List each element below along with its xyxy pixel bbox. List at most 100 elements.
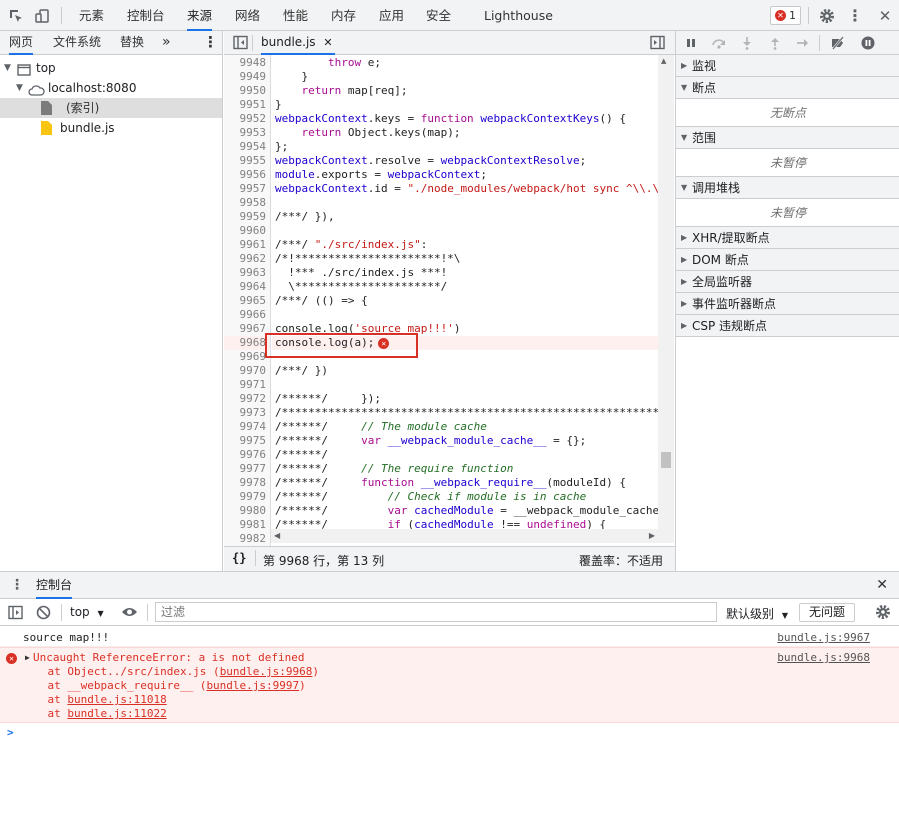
line-number[interactable]: 9951 bbox=[240, 98, 267, 112]
line-number[interactable]: 9975 bbox=[240, 434, 267, 448]
line-number[interactable]: 9949 bbox=[240, 70, 267, 84]
code-line[interactable]: /******/ // The module cache bbox=[275, 420, 487, 434]
scrollbar-thumb[interactable] bbox=[661, 452, 671, 468]
error-source-link[interactable]: bundle.js:9968 bbox=[777, 651, 870, 665]
code-line[interactable]: /***/ "./src/index.js": bbox=[275, 238, 427, 252]
live-expression-eye-icon[interactable] bbox=[121, 605, 138, 622]
device-toolbar-icon[interactable] bbox=[30, 0, 54, 31]
stack-frame-link[interactable]: bundle.js:11022 bbox=[67, 707, 166, 720]
line-number[interactable]: 9980 bbox=[240, 504, 267, 518]
line-number[interactable]: 9968 bbox=[240, 336, 267, 350]
step-out-icon[interactable] bbox=[765, 33, 785, 53]
issues-button[interactable]: 无问题 bbox=[799, 603, 855, 622]
line-number[interactable]: 9982 bbox=[240, 532, 267, 546]
code-line[interactable]: }; bbox=[275, 140, 288, 154]
line-number[interactable]: 9971 bbox=[240, 378, 267, 392]
line-number[interactable]: 9960 bbox=[240, 224, 267, 238]
tab-overrides[interactable]: 替换 bbox=[120, 31, 144, 55]
line-number[interactable]: 9952 bbox=[240, 112, 267, 126]
tab-lighthouse[interactable]: Lighthouse bbox=[484, 0, 553, 31]
code-line[interactable]: /******/ }); bbox=[275, 392, 381, 406]
pane-header-0[interactable]: ▶ 监视 bbox=[676, 55, 899, 77]
stack-frame-link[interactable]: bundle.js:11018 bbox=[67, 693, 166, 706]
inspect-element-icon[interactable] bbox=[4, 0, 28, 31]
error-code-line[interactable]: console.log(a); ✕ bbox=[275, 336, 390, 350]
code-line[interactable]: /***/ (() => { bbox=[275, 294, 368, 308]
pane-header-3[interactable]: ▼ 调用堆栈 bbox=[676, 177, 899, 199]
tab-sources[interactable]: 来源 bbox=[187, 0, 213, 31]
code-line[interactable]: /******/ bbox=[275, 448, 361, 462]
code-line[interactable]: !*** ./src/index.js ***! bbox=[275, 266, 447, 280]
settings-gear-icon[interactable] bbox=[815, 0, 839, 31]
toggle-navigator-icon[interactable] bbox=[233, 35, 248, 53]
tab-performance[interactable]: 性能 bbox=[283, 0, 308, 31]
log-level-selector[interactable]: 默认级别 ▼ bbox=[726, 605, 788, 622]
close-devtools-icon[interactable]: ✕ bbox=[873, 0, 897, 31]
line-number[interactable]: 9965 bbox=[240, 294, 267, 308]
code-line[interactable]: /***/ }), bbox=[275, 210, 335, 224]
pane-header-2[interactable]: ▼ 范围 bbox=[676, 127, 899, 149]
line-number[interactable]: 9957 bbox=[240, 182, 267, 196]
coverage-status[interactable]: 覆盖率：不适用 bbox=[579, 552, 663, 569]
line-number[interactable]: 9977 bbox=[240, 462, 267, 476]
line-number[interactable]: 9948 bbox=[240, 56, 267, 70]
code-line[interactable]: \**********************/ bbox=[275, 280, 447, 294]
line-number[interactable]: 9973 bbox=[240, 406, 267, 420]
step-into-icon[interactable] bbox=[737, 33, 757, 53]
scroll-right-arrow-icon[interactable]: ▶ bbox=[649, 531, 655, 540]
code-line[interactable]: } bbox=[275, 98, 282, 112]
expand-arrow-icon[interactable]: ▼ bbox=[4, 58, 11, 78]
line-number[interactable]: 9954 bbox=[240, 140, 267, 154]
line-number[interactable]: 9953 bbox=[240, 126, 267, 140]
error-count-badge[interactable]: ✕ 1 bbox=[770, 6, 801, 25]
line-number[interactable]: 9958 bbox=[240, 196, 267, 210]
line-number[interactable]: 9966 bbox=[240, 308, 267, 322]
code-line[interactable]: /******/ var __webpack_module_cache__ = … bbox=[275, 434, 586, 448]
pane-header-6[interactable]: ▶ 全局监听器 bbox=[676, 271, 899, 293]
line-number[interactable]: 9962 bbox=[240, 252, 267, 266]
code-line[interactable]: webpackContext.id = "./node_modules/webp… bbox=[275, 182, 658, 196]
code-line[interactable]: /***/ }) bbox=[275, 364, 328, 378]
stack-frame-link[interactable]: bundle.js:9997 bbox=[206, 679, 299, 692]
editor-horizontal-scrollbar[interactable]: ◀ ▶ bbox=[271, 529, 658, 543]
code-line[interactable]: console.log('source map!!!') bbox=[275, 322, 460, 336]
code-line[interactable]: module.exports = webpackContext; bbox=[275, 168, 487, 182]
pretty-print-button[interactable]: {} bbox=[232, 551, 246, 565]
console-filter-input[interactable] bbox=[155, 602, 717, 622]
expand-stack-arrow-icon[interactable]: ▶ bbox=[25, 651, 30, 665]
pane-header-5[interactable]: ▶ DOM 断点 bbox=[676, 249, 899, 271]
step-icon[interactable] bbox=[793, 33, 813, 53]
tab-application[interactable]: 应用 bbox=[379, 0, 404, 31]
pane-header-1[interactable]: ▼ 断点 bbox=[676, 77, 899, 99]
line-number[interactable]: 9955 bbox=[240, 154, 267, 168]
code-line[interactable]: /*!**********************!*\ bbox=[275, 252, 460, 266]
pause-on-exceptions-icon[interactable] bbox=[858, 33, 878, 53]
clear-console-icon[interactable] bbox=[36, 605, 51, 623]
tab-security[interactable]: 安全 bbox=[426, 0, 451, 31]
inline-error-icon[interactable]: ✕ bbox=[378, 337, 390, 349]
code-line[interactable]: return map[req]; bbox=[275, 84, 408, 98]
code-area[interactable]: throw e; } return map[req];} webpackConte… bbox=[272, 55, 658, 574]
pane-header-8[interactable]: ▶ CSP 违规断点 bbox=[676, 315, 899, 337]
navigator-menu-icon[interactable]: ⋮ bbox=[203, 31, 218, 55]
line-number[interactable]: 9978 bbox=[240, 476, 267, 490]
tab-filesystem[interactable]: 文件系统 bbox=[53, 31, 101, 55]
step-over-icon[interactable] bbox=[709, 33, 729, 53]
line-number[interactable]: 9964 bbox=[240, 280, 267, 294]
tab-elements[interactable]: 元素 bbox=[79, 0, 104, 31]
more-tabs-icon[interactable]: » bbox=[162, 31, 171, 55]
tree-item-index[interactable]: (索引) bbox=[0, 98, 222, 118]
line-number[interactable]: 9972 bbox=[240, 392, 267, 406]
line-number[interactable]: 9979 bbox=[240, 490, 267, 504]
log-source-link[interactable]: bundle.js:9967 bbox=[777, 631, 870, 645]
show-sidebar-icon[interactable] bbox=[8, 605, 23, 623]
line-number[interactable]: 9956 bbox=[240, 168, 267, 182]
line-number[interactable]: 9970 bbox=[240, 364, 267, 378]
deactivate-breakpoints-icon[interactable] bbox=[828, 33, 848, 53]
code-line[interactable]: /***************************************… bbox=[275, 406, 658, 420]
code-line[interactable]: /******/ // Check if module is in cache bbox=[275, 490, 586, 504]
close-drawer-icon[interactable]: ✕ bbox=[876, 577, 888, 593]
tree-item-top[interactable]: ▼ top bbox=[0, 58, 222, 78]
tab-network[interactable]: 网络 bbox=[235, 0, 260, 31]
close-tab-icon[interactable]: ✕ bbox=[323, 36, 332, 49]
